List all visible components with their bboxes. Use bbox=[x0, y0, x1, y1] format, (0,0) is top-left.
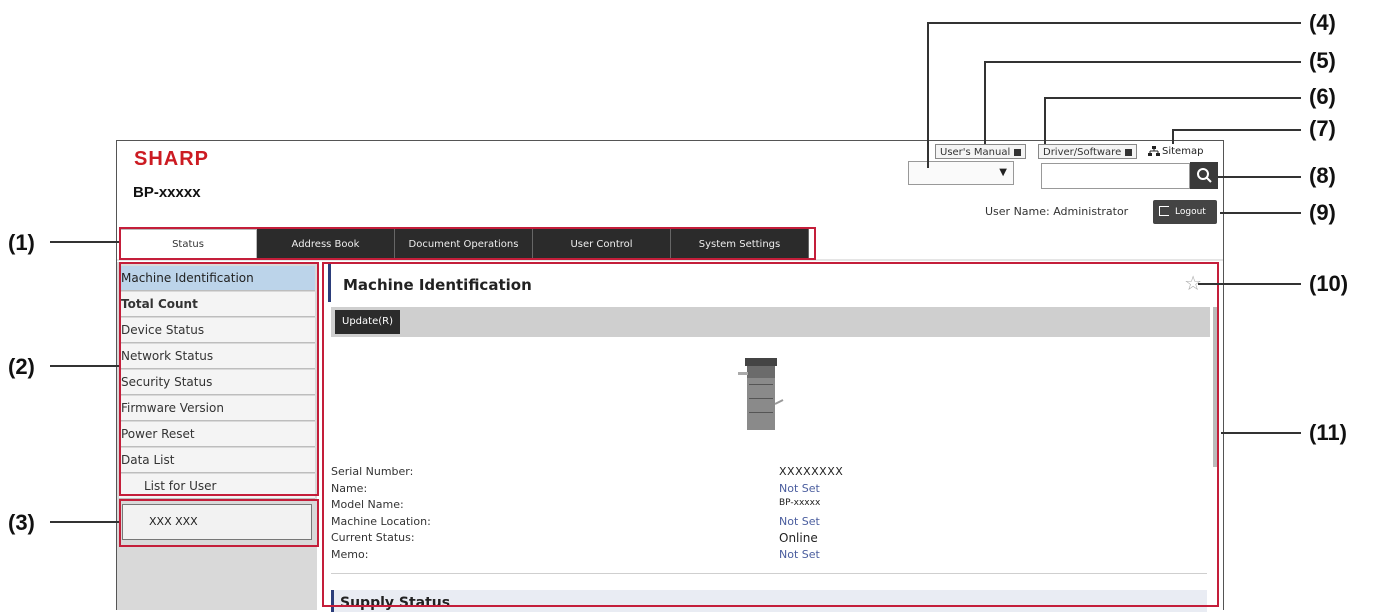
callout-1: (1) bbox=[8, 230, 35, 255]
search-input[interactable] bbox=[1041, 163, 1190, 189]
logout-label: Logout bbox=[1175, 207, 1206, 217]
sitemap-label: Sitemap bbox=[1162, 146, 1204, 157]
callout-5: (5) bbox=[1309, 48, 1336, 73]
leader-line-1 bbox=[50, 241, 119, 243]
logout-button[interactable]: Logout bbox=[1153, 200, 1217, 224]
users-manual-label: User's Manual bbox=[940, 147, 1011, 158]
search-button[interactable] bbox=[1190, 162, 1218, 189]
user-name-label: User Name: Administrator bbox=[985, 205, 1129, 218]
callout-8: (8) bbox=[1309, 163, 1336, 188]
leader-line-11 bbox=[1221, 432, 1301, 434]
users-manual-link[interactable]: User's Manual bbox=[935, 144, 1027, 159]
callout-6: (6) bbox=[1309, 84, 1336, 109]
leader-line-6-h bbox=[1044, 97, 1301, 99]
driver-software-link[interactable]: Driver/Software bbox=[1038, 144, 1138, 159]
callout-4: (4) bbox=[1309, 10, 1336, 35]
callout-frame-main bbox=[322, 262, 1219, 607]
leader-line-4-v bbox=[927, 22, 929, 168]
leader-line-9 bbox=[1220, 212, 1301, 214]
driver-software-label: Driver/Software bbox=[1043, 147, 1122, 158]
quick-select-dropdown[interactable]: ▼ bbox=[908, 161, 1014, 185]
leader-line-7-v bbox=[1172, 129, 1174, 144]
leader-line-5-v bbox=[984, 61, 986, 144]
callout-frame-user-box bbox=[119, 499, 319, 547]
external-link-icon bbox=[1125, 148, 1133, 156]
leader-line-10 bbox=[1198, 283, 1301, 285]
search-icon bbox=[1197, 168, 1212, 183]
callout-11: (11) bbox=[1309, 420, 1347, 445]
leader-line-3 bbox=[50, 521, 119, 523]
external-link-icon bbox=[1014, 148, 1022, 156]
leader-line-2 bbox=[50, 365, 119, 367]
sitemap-icon bbox=[1148, 146, 1160, 156]
sitemap-link[interactable]: Sitemap bbox=[1148, 144, 1203, 159]
logout-icon bbox=[1159, 206, 1169, 216]
sharp-logo: SHARP bbox=[134, 148, 210, 170]
leader-line-8 bbox=[1218, 176, 1301, 178]
chevron-down-icon: ▼ bbox=[999, 167, 1007, 178]
callout-frame-tabs bbox=[119, 227, 816, 260]
callout-2: (2) bbox=[8, 354, 35, 379]
leader-line-4-h bbox=[927, 22, 1301, 24]
callout-9: (9) bbox=[1309, 200, 1336, 225]
model-name: BP-xxxxx bbox=[133, 184, 201, 201]
callout-7: (7) bbox=[1309, 116, 1336, 141]
callout-10: (10) bbox=[1309, 271, 1349, 296]
leader-line-5-h bbox=[984, 61, 1301, 63]
leader-line-7-h bbox=[1172, 129, 1301, 131]
callout-frame-sidebar bbox=[119, 262, 319, 496]
leader-line-6-v bbox=[1044, 97, 1046, 144]
callout-3: (3) bbox=[8, 510, 35, 535]
